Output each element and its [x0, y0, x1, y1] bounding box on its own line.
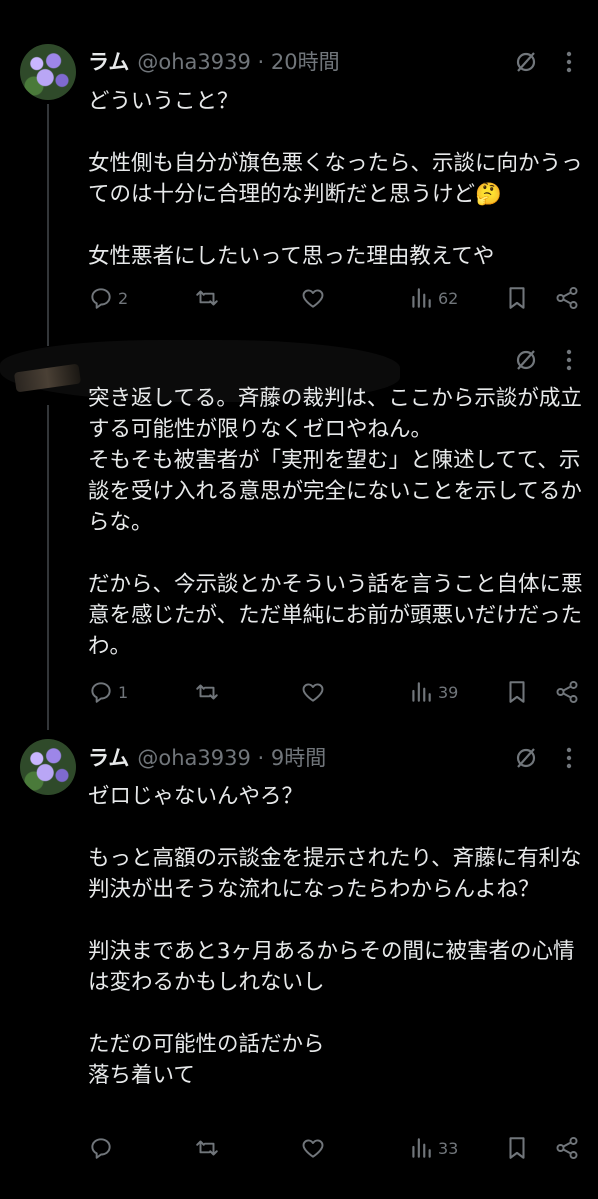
views-icon — [412, 288, 431, 308]
share-icon — [556, 680, 578, 704]
tweet-text: ゼロじゃないんやろ？ もっと高額の示談金を提示されたり、斉藤に有利な判決が出そう… — [88, 784, 582, 1088]
views-icon — [412, 682, 431, 702]
share-icon — [556, 286, 578, 310]
handle-and-time[interactable]: @oha3939 · 20時間 — [137, 46, 339, 76]
display-name[interactable]: ラム — [88, 46, 129, 76]
grok-icon[interactable] — [514, 746, 538, 770]
bookmark-button[interactable] — [504, 285, 530, 311]
reply-count: 2 — [118, 288, 129, 308]
like-icon — [302, 683, 324, 702]
like-button[interactable] — [300, 1135, 326, 1161]
avatar[interactable] — [20, 44, 76, 100]
reply-icon — [91, 682, 111, 703]
handle-and-time[interactable]: @oha3939 · 9時間 — [137, 742, 326, 772]
reply-icon — [91, 288, 111, 309]
like-icon — [302, 1139, 324, 1158]
tweet-header: ラム @oha3939 · 9時間 — [88, 742, 326, 772]
views-count: 62 — [438, 288, 459, 308]
action-bar: 33 — [88, 1135, 588, 1161]
like-button[interactable] — [300, 679, 326, 705]
more-icon[interactable] — [557, 50, 581, 74]
share-button[interactable] — [554, 679, 580, 705]
share-icon — [556, 1136, 578, 1160]
retweet-button[interactable] — [194, 679, 220, 705]
grok-icon[interactable] — [514, 348, 538, 372]
retweet-icon — [196, 290, 218, 306]
action-bar: 1 39 — [88, 679, 588, 705]
views-count: 33 — [438, 1138, 459, 1158]
grok-icon[interactable] — [514, 50, 538, 74]
views-count: 39 — [438, 682, 459, 702]
bookmark-icon — [509, 287, 525, 309]
retweet-button[interactable] — [194, 1135, 220, 1161]
tweet-text: どういうこと？ 女性側も自分が旗色悪くなったら、示談に向かうってのは十分に合理的… — [88, 89, 583, 269]
reply-button[interactable]: 2 — [88, 285, 128, 311]
avatar[interactable] — [20, 739, 76, 795]
more-icon[interactable] — [557, 348, 581, 372]
thread-line — [47, 405, 49, 730]
reply-icon — [91, 1138, 111, 1159]
views-icon — [412, 1138, 431, 1158]
reply-button[interactable]: 1 — [88, 679, 128, 705]
bookmark-button[interactable] — [504, 1135, 530, 1161]
tweet-header: ラム @oha3939 · 20時間 — [88, 46, 340, 76]
tweet-text: 突き返してる。斉藤の裁判は、ここから示談が成立する可能性が限りなくゼロやねん。 … — [88, 386, 583, 659]
like-button[interactable] — [300, 285, 326, 311]
retweet-icon — [196, 684, 218, 700]
views-button[interactable]: 33 — [408, 1135, 458, 1161]
bookmark-icon — [509, 1137, 525, 1159]
display-name[interactable]: ラム — [88, 742, 129, 772]
more-icon[interactable] — [557, 746, 581, 770]
retweet-icon — [196, 1140, 218, 1156]
reply-button[interactable] — [88, 1135, 118, 1161]
like-icon — [302, 289, 324, 308]
bookmark-icon — [509, 681, 525, 703]
bookmark-button[interactable] — [504, 679, 530, 705]
action-bar: 2 62 — [88, 285, 588, 311]
reply-count: 1 — [118, 682, 129, 702]
views-button[interactable]: 62 — [408, 285, 458, 311]
views-button[interactable]: 39 — [408, 679, 458, 705]
retweet-button[interactable] — [194, 285, 220, 311]
share-button[interactable] — [554, 285, 580, 311]
thread-line — [47, 104, 49, 346]
share-button[interactable] — [554, 1135, 580, 1161]
